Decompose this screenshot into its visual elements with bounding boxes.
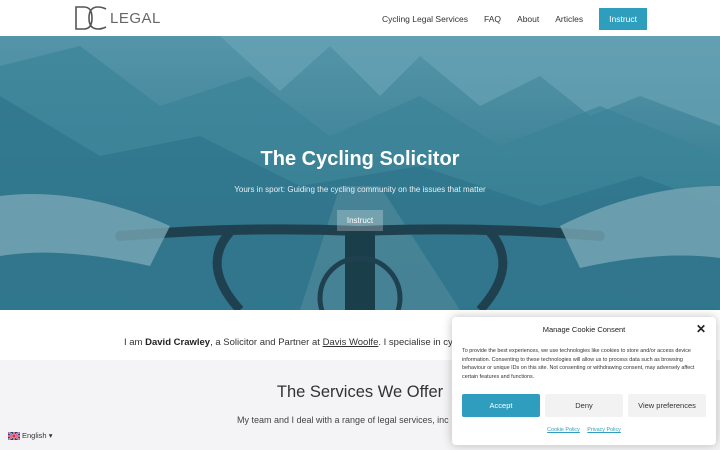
services-description: My team and I deal with a range of legal… [237, 415, 449, 425]
privacy-policy-link[interactable]: Privacy Policy [587, 427, 621, 433]
hero-title: The Cycling Solicitor [260, 148, 460, 170]
firm-link[interactable]: Davis Woolfe [323, 337, 379, 348]
deny-button[interactable]: Deny [545, 394, 623, 417]
hero-subtitle: Yours in sport: Guiding the cycling comm… [234, 185, 486, 194]
nav-cycling-legal-services[interactable]: Cycling Legal Services [382, 8, 468, 30]
cookie-consent-dialog: Manage Cookie Consent ✕ To provide the b… [452, 317, 716, 445]
nav-instruct-button[interactable]: Instruct [599, 8, 647, 30]
view-preferences-button[interactable]: View preferences [628, 394, 706, 417]
main-nav: Cycling Legal Services FAQ About Article… [382, 8, 647, 30]
language-label: English [22, 431, 47, 440]
hero-instruct-button[interactable]: Instruct [337, 210, 383, 231]
author-name: David Crawley [145, 337, 211, 348]
site-logo[interactable]: LEGAL [74, 6, 161, 30]
cookie-policy-link[interactable]: Cookie Policy [547, 427, 580, 433]
intro-middle: , a Solicitor and Partner at [210, 337, 323, 348]
nav-articles[interactable]: Articles [555, 8, 583, 30]
accept-button[interactable]: Accept [462, 394, 540, 417]
hero-section: The Cycling Solicitor Yours in sport: Gu… [0, 36, 720, 310]
cookie-buttons: Accept Deny View preferences [462, 394, 706, 417]
nav-about[interactable]: About [517, 8, 539, 30]
chevron-down-icon: ▾ [48, 431, 53, 440]
intro-text: I am David Crawley, a Solicitor and Part… [124, 337, 465, 348]
cookie-title: Manage Cookie Consent [542, 325, 626, 334]
site-header: LEGAL Cycling Legal Services FAQ About A… [0, 0, 720, 36]
intro-prefix: I am [124, 337, 146, 348]
uk-flag-icon [8, 431, 20, 440]
cookie-body: To provide the best experiences, we use … [462, 348, 695, 381]
cookie-links: Cookie Policy Privacy Policy [452, 427, 716, 433]
hero-background-image [0, 36, 720, 310]
language-selector[interactable]: English ▾ [8, 431, 52, 440]
logo-text: LEGAL [110, 9, 161, 27]
dc-logo-icon [75, 6, 107, 30]
nav-faq[interactable]: FAQ [484, 8, 501, 30]
close-icon[interactable]: ✕ [696, 322, 706, 336]
